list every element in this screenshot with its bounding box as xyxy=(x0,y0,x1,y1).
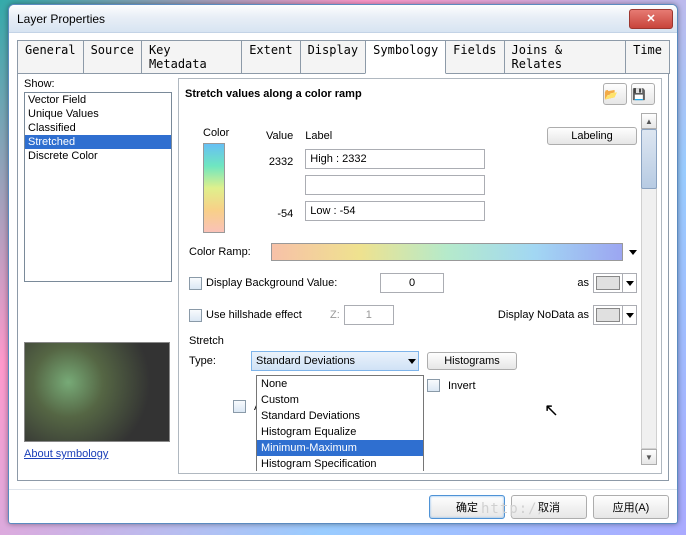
color-label: Color xyxy=(203,127,229,139)
background-color-combo[interactable] xyxy=(593,273,637,293)
label-mid-input[interactable] xyxy=(305,175,485,195)
preview-thumbnail xyxy=(24,342,170,442)
save-button[interactable]: 💾 xyxy=(631,83,655,105)
tab-fields[interactable]: Fields xyxy=(445,40,504,74)
background-value-input[interactable] xyxy=(380,273,444,293)
labeling-button[interactable]: Labeling xyxy=(547,127,637,145)
show-label: Show: xyxy=(24,78,172,90)
panel-title: Stretch values along a color ramp xyxy=(185,88,599,100)
color-ramp-label: Color Ramp: xyxy=(189,246,271,258)
chevron-down-icon xyxy=(408,359,416,364)
display-background-label: Display Background Value: xyxy=(206,277,376,289)
type-label: Type: xyxy=(189,355,243,367)
scroll-down-arrow[interactable]: ▼ xyxy=(641,449,657,465)
folder-open-icon: 📂 xyxy=(604,88,626,101)
titlebar[interactable]: Layer Properties ✕ xyxy=(9,5,677,33)
tab-key-metadata[interactable]: Key Metadata xyxy=(141,40,242,74)
stretch-opt-hist-equalize[interactable]: Histogram Equalize xyxy=(257,424,423,440)
vertical-scrollbar[interactable]: ▲ ▼ xyxy=(641,113,657,465)
chevron-down-icon xyxy=(626,281,634,286)
save-icon: 💾 xyxy=(632,88,654,101)
stretch-type-combo[interactable]: Standard Deviations xyxy=(251,351,419,371)
show-item-unique-values[interactable]: Unique Values xyxy=(25,107,171,121)
nodata-color-combo[interactable] xyxy=(593,305,637,325)
invert-checkbox[interactable] xyxy=(427,379,440,392)
tab-source[interactable]: Source xyxy=(83,40,142,74)
tab-joins-relates[interactable]: Joins & Relates xyxy=(504,40,627,74)
tab-general[interactable]: General xyxy=(17,40,84,74)
show-listbox[interactable]: Vector Field Unique Values Classified St… xyxy=(24,92,172,282)
value-low: -54 xyxy=(241,201,293,227)
chevron-down-icon[interactable] xyxy=(629,250,637,255)
tabs: General Source Key Metadata Extent Displ… xyxy=(17,40,669,74)
tab-extent[interactable]: Extent xyxy=(241,40,300,74)
color-ramp-combo[interactable] xyxy=(271,243,623,261)
show-item-discrete-color[interactable]: Discrete Color xyxy=(25,149,171,163)
tab-time[interactable]: Time xyxy=(625,40,670,74)
show-item-vector-field[interactable]: Vector Field xyxy=(25,93,171,107)
color-gradient-vertical[interactable] xyxy=(203,143,225,233)
label-high-input[interactable] xyxy=(305,149,485,169)
scroll-up-arrow[interactable]: ▲ xyxy=(641,113,657,129)
layer-properties-window: Layer Properties ✕ General Source Key Me… xyxy=(8,4,678,524)
stretch-opt-std-dev[interactable]: Standard Deviations xyxy=(257,408,423,424)
stretch-opt-hist-spec[interactable]: Histogram Specification xyxy=(257,456,423,471)
tab-symbology[interactable]: Symbology xyxy=(365,40,446,74)
hillshade-label: Use hillshade effect xyxy=(206,309,326,321)
stretch-opt-min-max[interactable]: Minimum-Maximum xyxy=(257,440,423,456)
show-item-classified[interactable]: Classified xyxy=(25,121,171,135)
apply-button[interactable]: 应用(A) xyxy=(593,495,669,519)
chevron-down-icon xyxy=(626,313,634,318)
stretch-label: Stretch xyxy=(189,335,637,347)
label-header: Label xyxy=(305,130,547,142)
z-input[interactable] xyxy=(344,305,394,325)
close-icon: ✕ xyxy=(646,12,655,25)
window-title: Layer Properties xyxy=(17,12,629,26)
show-item-stretched[interactable]: Stretched xyxy=(25,135,171,149)
stretch-type-dropdown[interactable]: None Custom Standard Deviations Histogra… xyxy=(256,375,424,471)
label-low-input[interactable] xyxy=(305,201,485,221)
scroll-thumb[interactable] xyxy=(641,129,657,189)
nodata-label: Display NoData as xyxy=(498,309,589,321)
invert-label: Invert xyxy=(448,380,476,392)
close-button[interactable]: ✕ xyxy=(629,9,673,29)
watermark: http:// xyxy=(481,501,547,517)
tab-display[interactable]: Display xyxy=(300,40,367,74)
display-background-checkbox[interactable] xyxy=(189,277,202,290)
about-symbology-link[interactable]: About symbology xyxy=(24,448,172,460)
value-high: 2332 xyxy=(241,149,293,175)
stretch-opt-custom[interactable]: Custom xyxy=(257,392,423,408)
z-label: Z: xyxy=(330,309,340,321)
stretch-opt-none[interactable]: None xyxy=(257,376,423,392)
bg-as-label: as xyxy=(577,277,589,289)
value-header: Value xyxy=(241,123,293,149)
histograms-button[interactable]: Histograms xyxy=(427,352,517,370)
open-button[interactable]: 📂 xyxy=(603,83,627,105)
apply-gamma-checkbox[interactable] xyxy=(233,400,246,413)
hillshade-checkbox[interactable] xyxy=(189,309,202,322)
